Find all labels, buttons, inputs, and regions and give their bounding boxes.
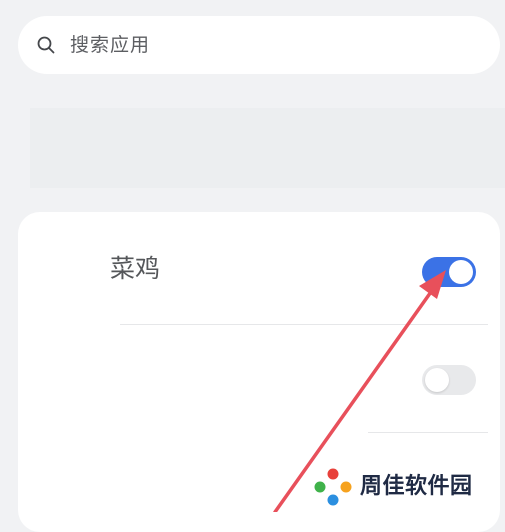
divider [120,324,488,325]
watermark-text: 周佳软件园 [360,474,473,499]
watermark: 周佳软件园 [312,466,502,508]
toggle-knob [425,368,449,392]
search-bar[interactable]: 搜索应用 [18,16,500,74]
search-placeholder: 搜索应用 [70,34,151,56]
watermark-logo-icon [314,468,352,506]
toggle-switch-on[interactable] [422,257,476,287]
blank-section [30,108,505,188]
toggle-switch-off[interactable] [422,365,476,395]
search-icon [36,35,56,55]
toggle-knob [449,260,473,284]
divider [368,432,488,433]
app-name: 菜鸡 [110,254,161,283]
